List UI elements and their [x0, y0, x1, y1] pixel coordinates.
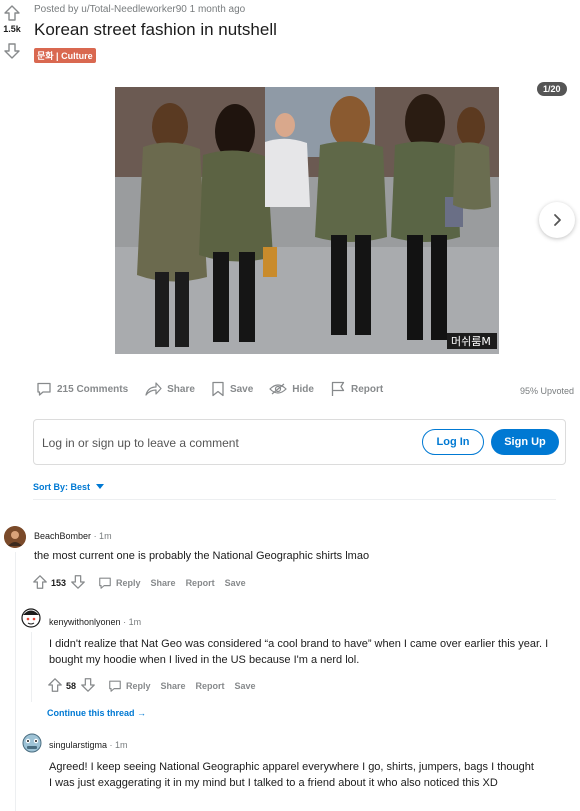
comment-body: the most current one is probably the Nat… — [34, 550, 370, 562]
hide-label: Hide — [292, 383, 314, 395]
user-avatar-image — [4, 526, 26, 548]
chevron-right-icon — [554, 214, 561, 226]
comment-downvote-button[interactable] — [70, 574, 86, 592]
comment-time: · 1m — [123, 617, 142, 627]
post-title[interactable]: Korean street fashion in nutshell — [34, 20, 277, 40]
comment-icon — [109, 680, 121, 692]
comment-downvote-button[interactable] — [80, 677, 96, 695]
save-link[interactable]: Save — [225, 578, 246, 588]
upvote-icon — [4, 5, 20, 21]
avatar[interactable] — [20, 730, 44, 756]
snoo-avatar-icon — [22, 733, 42, 753]
upvote-ratio: 95% Upvoted — [519, 386, 574, 396]
gallery-counter: 1/20 — [537, 82, 567, 96]
post-image[interactable]: 머쉬룸M — [115, 87, 499, 354]
signup-button[interactable]: Sign Up — [491, 429, 559, 455]
comment-icon — [99, 577, 111, 589]
comment-login-prompt: Log in or sign up to leave a comment — [33, 419, 566, 465]
comment-icon — [37, 382, 51, 396]
share-icon — [145, 382, 162, 396]
flag-icon — [331, 381, 345, 396]
report-label: Report — [350, 383, 384, 395]
gallery-next-button[interactable] — [539, 202, 575, 238]
downvote-icon — [4, 43, 20, 59]
snoo-avatar-icon — [21, 608, 41, 628]
sort-dropdown[interactable]: Sort By: Best — [33, 482, 105, 492]
username[interactable]: singularstigma — [49, 740, 107, 750]
upvote-icon — [48, 678, 62, 692]
reply-label: Reply — [126, 681, 151, 691]
continue-thread-link[interactable]: Continue this thread → — [47, 708, 146, 718]
thread-line[interactable] — [31, 632, 32, 702]
save-button[interactable]: Save — [211, 381, 253, 397]
share-link[interactable]: Share — [161, 681, 186, 691]
comments-button[interactable]: 215 Comments — [36, 381, 128, 397]
save-link[interactable]: Save — [235, 681, 256, 691]
upvote-icon — [33, 575, 47, 589]
save-label: Save — [229, 383, 254, 395]
continue-thread-label: Continue this thread — [47, 708, 135, 718]
comments-label: 215 Comments — [57, 383, 129, 395]
comment-upvote-button[interactable] — [32, 574, 48, 592]
comment-body: Agreed! I keep seeing National Geographi… — [49, 761, 534, 789]
post-flair[interactable]: 문화 | Culture — [34, 48, 96, 63]
share-button[interactable]: Share — [144, 381, 195, 397]
post-action-bar: 215 Comments Share Save Hide Report — [36, 381, 399, 397]
thread-line[interactable] — [15, 552, 16, 811]
post-upvote-button[interactable] — [3, 4, 21, 22]
street-photo: 머쉬룸M — [115, 87, 499, 354]
share-link[interactable]: Share — [151, 578, 176, 588]
report-link[interactable]: Report — [186, 578, 215, 588]
comment-actions: 58 Reply Share Report Save — [47, 677, 256, 695]
hide-button[interactable]: Hide — [269, 382, 314, 396]
username[interactable]: kenywithonlyonen — [49, 617, 121, 627]
reply-button[interactable]: Reply — [108, 679, 151, 693]
comment-score: 153 — [51, 578, 67, 588]
arrow-right-icon: → — [137, 708, 147, 718]
watermark-text: 머쉬룸M — [451, 335, 491, 348]
report-button[interactable]: Report — [330, 381, 383, 397]
sort-label: Sort By: Best — [33, 482, 91, 492]
comment-prompt-text: Log in or sign up to leave a comment — [42, 436, 239, 450]
post-downvote-button[interactable] — [3, 42, 21, 60]
comment-time: · 1m — [109, 740, 128, 750]
reply-label: Reply — [116, 578, 141, 588]
caret-down-icon — [96, 484, 105, 489]
downvote-icon — [81, 678, 95, 692]
reply-button[interactable]: Reply — [98, 576, 141, 590]
post-score: 1.5k — [3, 24, 21, 34]
eye-off-icon — [269, 383, 288, 395]
comment-author[interactable]: kenywithonlyonen · 1m — [49, 617, 141, 627]
comment-author[interactable]: BeachBomber · 1m — [34, 531, 112, 541]
report-link[interactable]: Report — [196, 681, 225, 691]
comment-author[interactable]: singularstigma · 1m — [49, 740, 128, 750]
username[interactable]: BeachBomber — [34, 531, 91, 541]
comment-score: 58 — [66, 681, 77, 691]
downvote-icon — [71, 575, 85, 589]
divider — [33, 499, 556, 500]
avatar[interactable] — [4, 526, 26, 548]
share-label: Share — [167, 383, 195, 395]
comment-time: · 1m — [93, 531, 112, 541]
avatar[interactable] — [20, 606, 42, 630]
login-button[interactable]: Log In — [422, 429, 484, 455]
post-meta[interactable]: Posted by u/Total-Needleworker90 1 month… — [34, 4, 245, 15]
bookmark-icon — [212, 381, 224, 397]
comment-upvote-button[interactable] — [47, 677, 63, 695]
comment-actions: 153 Reply Share Report Save — [32, 574, 246, 592]
comment-body: I didn't realize that Nat Geo was consid… — [49, 638, 549, 666]
